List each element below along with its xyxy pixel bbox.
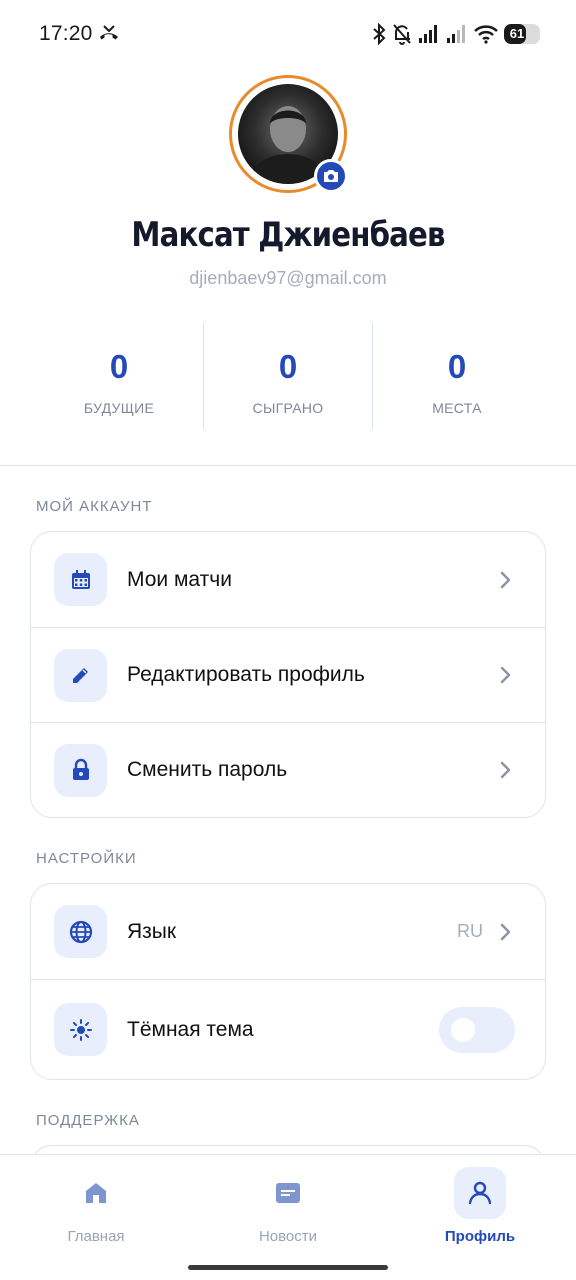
stat-label: СЫГРАНО: [252, 400, 324, 416]
camera-icon: [324, 170, 338, 182]
dark-theme-toggle[interactable]: [439, 1006, 515, 1053]
nav-item-home[interactable]: Главная: [0, 1155, 192, 1255]
stat-played: 0 СЫГРАНО: [203, 322, 372, 430]
status-icons: 61: [372, 22, 540, 46]
status-bar: 17:20 61: [0, 0, 576, 68]
nav-item-profile[interactable]: Профиль: [384, 1155, 576, 1255]
nav-label: Профиль: [444, 1228, 516, 1245]
menu-item-label: Язык: [127, 919, 177, 943]
signal-icon: [419, 25, 437, 43]
chevron-right-icon: [500, 923, 511, 940]
section-title-account: МОЙ АККАУНТ: [36, 498, 153, 515]
news-icon: [262, 1167, 314, 1219]
stat-value: 0: [278, 348, 298, 385]
globe-icon: [54, 905, 107, 958]
calendar-icon: [54, 553, 107, 606]
nav-item-news[interactable]: Новости: [192, 1155, 384, 1255]
nav-label: Новости: [258, 1228, 318, 1245]
status-time: 17:20: [39, 22, 93, 45]
section-title-support: ПОДДЕРЖКА: [36, 1112, 140, 1129]
menu-item-dark-theme: Тёмная тема: [31, 979, 545, 1079]
language-value: RU: [457, 921, 483, 941]
camera-button[interactable]: [314, 159, 348, 193]
chevron-right-icon: [500, 761, 511, 779]
bluetooth-icon: [373, 23, 386, 45]
user-name: Максат Джиенбаев: [131, 215, 445, 255]
chevron-right-icon: [500, 571, 511, 588]
menu-item-label: Сменить пароль: [127, 758, 288, 781]
lock-icon: [54, 743, 107, 797]
profile-icon: [454, 1167, 506, 1219]
menu-item-my-matches[interactable]: Мои матчи: [31, 532, 545, 627]
stats-panel: 0 БУДУЩИЕ 0 СЫГРАНО 0 МЕСТА: [35, 322, 541, 430]
sun-icon: [54, 1003, 107, 1056]
home-indicator: [188, 1265, 388, 1270]
stat-upcoming: 0 БУДУЩИЕ: [35, 322, 203, 430]
home-icon: [70, 1167, 122, 1219]
battery-icon: 61: [504, 24, 540, 44]
battery-level: 61: [509, 26, 525, 41]
user-email: djienbaev97@gmail.com: [189, 268, 387, 288]
pencil-icon: [54, 648, 107, 702]
account-card: Мои матчи Редактировать профиль Сменить …: [30, 531, 546, 818]
stat-label: БУДУЩИЕ: [83, 400, 155, 416]
stat-label: МЕСТА: [432, 400, 482, 416]
nav-label: Главная: [67, 1228, 125, 1245]
missed-call-icon: [100, 25, 118, 40]
menu-item-edit-profile[interactable]: Редактировать профиль: [31, 627, 545, 722]
toggle-knob: [451, 1017, 475, 1042]
menu-item-change-password[interactable]: Сменить пароль: [31, 722, 545, 817]
stat-places: 0 МЕСТА: [372, 322, 541, 430]
stat-value: 0: [447, 348, 467, 385]
stat-value: 0: [109, 348, 129, 385]
header-divider: [0, 465, 576, 466]
bottom-nav: Главная Новости Профиль: [0, 1154, 576, 1280]
settings-card: Язык RU Тёмная тема: [30, 883, 546, 1080]
chevron-right-icon: [500, 666, 511, 684]
bell-off-icon: [393, 24, 411, 45]
menu-item-label: Редактировать профиль: [127, 663, 365, 686]
wifi-icon: [474, 25, 498, 44]
section-title-settings: НАСТРОЙКИ: [36, 850, 137, 867]
menu-item-label: Мои матчи: [127, 567, 232, 591]
menu-item-label: Тёмная тема: [127, 1017, 254, 1041]
signal-icon: [447, 25, 465, 43]
menu-item-language[interactable]: Язык RU: [31, 884, 545, 979]
